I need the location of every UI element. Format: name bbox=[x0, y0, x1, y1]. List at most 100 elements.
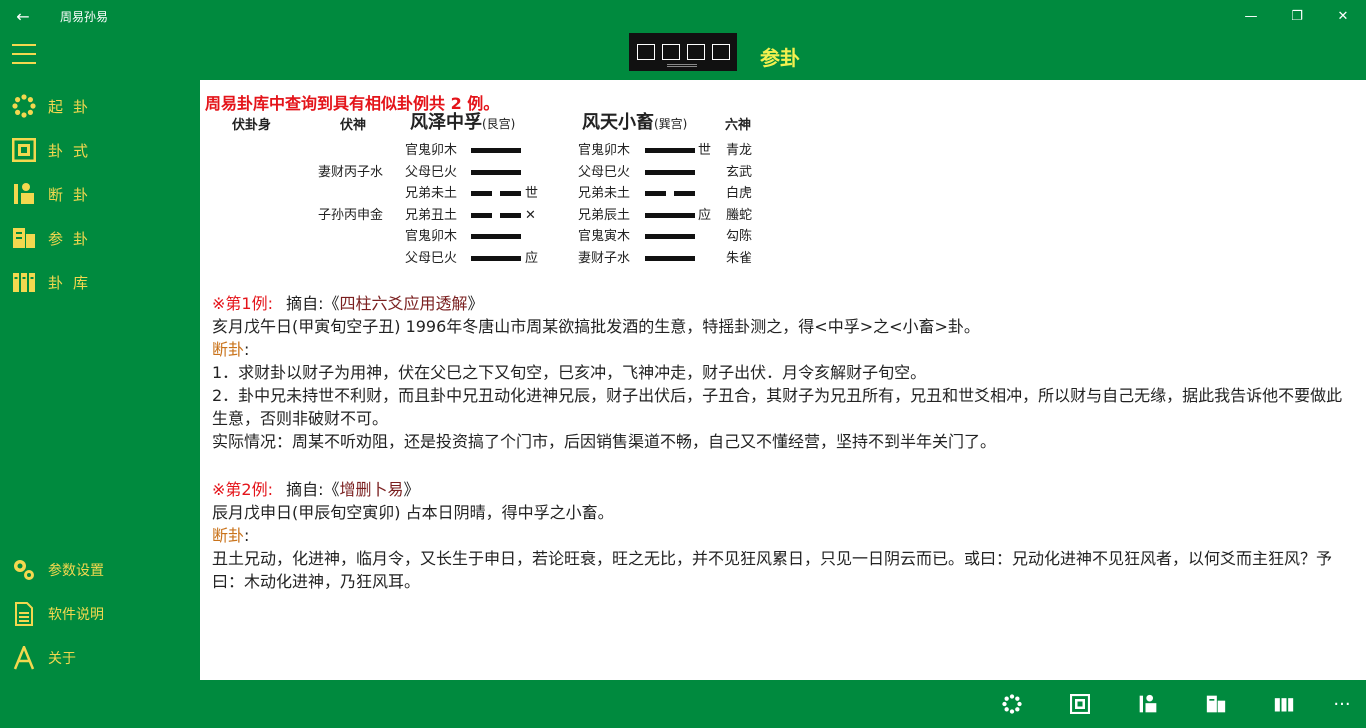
more-options-button[interactable]: ··· bbox=[1330, 692, 1354, 716]
cangua-app-button[interactable] bbox=[1204, 692, 1228, 716]
yang-line bbox=[645, 234, 695, 240]
case-2-duan-label: 断卦 bbox=[212, 526, 245, 545]
case-2-duan-colon: : bbox=[244, 526, 250, 545]
case-2-paragraph-1: 丑土兄动，化进神，临月令，又长生于申日，若论旺衰，旺之无比，并不见狂风累日，只见… bbox=[212, 549, 1333, 591]
sidebar-item-about[interactable]: 关于 bbox=[0, 636, 200, 680]
yang-line bbox=[645, 212, 695, 218]
yin-line bbox=[471, 191, 521, 197]
changed-yao-mark: 应 bbox=[698, 207, 712, 223]
main-yao-label: 父母巳火 bbox=[405, 164, 458, 180]
sidebar-item-guashi[interactable]: 卦式 bbox=[0, 128, 200, 172]
liushen-cell: 白虎 bbox=[726, 186, 753, 202]
app-title: 周易孙易 bbox=[60, 9, 109, 24]
sidebar-item-label: 断卦 bbox=[48, 185, 99, 204]
sidebar-item-guaku[interactable]: 卦库 bbox=[0, 260, 200, 304]
case-1-intro: 亥月戊午日(甲寅旬空子丑) 1996年冬唐山市周某欲搞批发酒的生意，特摇卦测之，… bbox=[212, 317, 980, 336]
case-1-source-link[interactable]: 四柱六爻应用透解 bbox=[339, 294, 467, 313]
case-2: ※第2例: 摘自:《增删卜易》 辰月戊申日(甲辰旬空寅卯) 占本日阴晴，得中孚之… bbox=[212, 478, 1358, 593]
case-1-paragraph-3: 实际情况：周某不听劝阻，还是投资搞了个门市，后因销售渠道不畅，自己又不懂经营，坚… bbox=[212, 432, 997, 451]
sidebar-item-manual[interactable]: 软件说明 bbox=[0, 592, 200, 636]
main-yao-label: 父母巳火 bbox=[405, 251, 458, 266]
yang-line bbox=[645, 169, 695, 175]
title-bar: ← 周易孙易 — ❐ ✕ bbox=[0, 0, 1366, 32]
sidebar-item-duangua[interactable]: 断卦 bbox=[0, 172, 200, 216]
changed-yao-label: 官鬼卯木 bbox=[578, 143, 631, 158]
case-1-paragraph-1: 1．求财卦以财子为用神，伏在父巳之下又旬空，巳亥冲，飞神冲走，财子出伏．月令亥解… bbox=[212, 363, 927, 382]
sidebar-bottom-nav: 参数设置 软件说明 关于 bbox=[0, 548, 200, 680]
main-yao-label: 官鬼卯木 bbox=[405, 229, 458, 245]
case-1-duan-label: 断卦 bbox=[212, 340, 245, 359]
duangua-app-button[interactable] bbox=[1136, 692, 1160, 716]
qigua-app-button[interactable] bbox=[1000, 692, 1024, 716]
document-icon bbox=[12, 602, 36, 626]
case-2-source-link[interactable]: 增删卜易 bbox=[339, 480, 403, 499]
sidebar-item-label: 参卦 bbox=[48, 229, 99, 248]
snip-cursor-icon[interactable] bbox=[711, 44, 730, 60]
capture-toolbar bbox=[629, 33, 737, 71]
back-button[interactable]: ← bbox=[0, 0, 46, 32]
yang-line bbox=[645, 148, 695, 153]
liushen-cell: 螣蛇 bbox=[726, 207, 753, 223]
col-header-fushen: 伏神 bbox=[340, 118, 367, 133]
page-title: 参卦 bbox=[760, 46, 800, 70]
sidebar-item-label: 卦式 bbox=[48, 141, 99, 160]
snip-rect-icon[interactable] bbox=[686, 44, 705, 60]
fushen-cell: 子孙丙申金 bbox=[318, 207, 384, 223]
snip-free-icon[interactable] bbox=[636, 44, 655, 60]
main-yao-label: 兄弟未土 bbox=[405, 186, 458, 202]
main-yao-label: 兄弟丑土 bbox=[405, 207, 458, 223]
changed-hexagram-title: 风天小畜(巽宫) bbox=[582, 111, 687, 135]
hexagram-icon bbox=[12, 138, 36, 162]
sidebar-item-cangua[interactable]: 参卦 bbox=[0, 216, 200, 260]
circle-dots-icon bbox=[1002, 694, 1022, 714]
main-yao-mark: ✕ bbox=[525, 207, 536, 223]
changed-yao-line bbox=[645, 162, 695, 184]
sidebar-item-label: 起卦 bbox=[48, 97, 99, 116]
changed-yao-label: 兄弟未土 bbox=[578, 186, 631, 202]
changed-yao-label: 官鬼寅木 bbox=[578, 229, 631, 245]
yin-line bbox=[471, 212, 521, 218]
guaku-app-button[interactable] bbox=[1272, 692, 1296, 716]
reference-icon bbox=[1206, 695, 1226, 713]
snip-window-icon[interactable] bbox=[661, 44, 680, 60]
library-icon bbox=[12, 270, 36, 294]
guashi-app-button[interactable] bbox=[1068, 692, 1092, 716]
yin-line bbox=[645, 191, 695, 197]
main-yao-line bbox=[471, 248, 521, 270]
case-1-tag: ※第1例: bbox=[212, 294, 273, 313]
case-1-header: ※第1例: 摘自:《四柱六爻应用透解》 bbox=[212, 292, 1358, 315]
circle-dots-icon bbox=[12, 94, 36, 118]
main-yao-label: 官鬼卯木 bbox=[405, 143, 458, 158]
yang-line bbox=[471, 234, 521, 240]
minimize-button[interactable]: — bbox=[1228, 0, 1274, 32]
case-1-duan-colon: : bbox=[244, 340, 250, 359]
changed-yao-label: 父母巳火 bbox=[578, 164, 631, 180]
changed-yao-line bbox=[645, 226, 695, 248]
main-yao-line bbox=[471, 140, 521, 162]
settings-icon bbox=[12, 558, 36, 582]
changed-hexagram-palace: (巽宫) bbox=[654, 117, 688, 131]
close-button[interactable]: ✕ bbox=[1320, 0, 1366, 32]
case-2-source-suffix: 》 bbox=[403, 480, 420, 499]
changed-yao-line bbox=[645, 140, 695, 162]
main-yao-mark: 世 bbox=[525, 186, 539, 202]
case-1-source-prefix: 摘自:《 bbox=[286, 294, 340, 313]
main-yao-line bbox=[471, 226, 521, 248]
hamburger-menu-icon[interactable] bbox=[12, 44, 36, 66]
case-2-source-prefix: 摘自:《 bbox=[286, 480, 340, 499]
font-icon bbox=[12, 646, 36, 670]
changed-yao-mark: 世 bbox=[698, 143, 712, 158]
changed-hexagram-name: 风天小畜 bbox=[582, 112, 654, 133]
sidebar-item-label: 关于 bbox=[48, 651, 76, 667]
liushen-cell: 勾陈 bbox=[726, 229, 753, 245]
main-yao-line bbox=[471, 205, 521, 227]
changed-yao-line bbox=[645, 183, 695, 205]
sidebar-item-qigua[interactable]: 起卦 bbox=[0, 84, 200, 128]
changed-yao-line bbox=[645, 205, 695, 227]
toolbar-grip[interactable] bbox=[667, 64, 697, 67]
restore-button[interactable]: ❐ bbox=[1274, 0, 1320, 32]
case-1-duan: 断卦: bbox=[212, 338, 1358, 361]
window-controls: — ❐ ✕ bbox=[1228, 0, 1366, 32]
sidebar-item-label: 参数设置 bbox=[48, 563, 104, 579]
sidebar-item-settings[interactable]: 参数设置 bbox=[0, 548, 200, 592]
